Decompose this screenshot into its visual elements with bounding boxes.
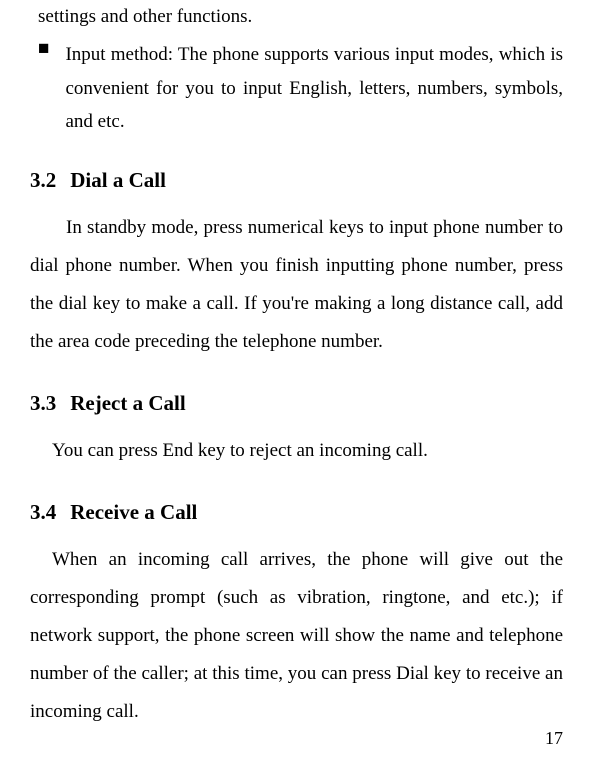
- bullet-item-input-method: ■ Input method: The phone supports vario…: [30, 38, 563, 138]
- section-title: Dial a Call: [70, 168, 166, 192]
- section-reject-a-call: 3.3 Reject a Call You can press End key t…: [30, 391, 563, 470]
- fragment-previous-page: settings and other functions.: [30, 2, 563, 32]
- page-number: 17: [545, 728, 563, 749]
- section-heading: 3.4 Receive a Call: [30, 500, 563, 525]
- section-number: 3.2: [30, 168, 56, 193]
- section-dial-a-call: 3.2 Dial a Call In standby mode, press nu…: [30, 168, 563, 361]
- section-title: Reject a Call: [70, 391, 185, 415]
- section-receive-a-call: 3.4 Receive a Call When an incoming call …: [30, 500, 563, 731]
- section-heading: 3.3 Reject a Call: [30, 391, 563, 416]
- page-content: settings and other functions. ■ Input me…: [30, 0, 563, 731]
- section-body: When an incoming call arrives, the phone…: [30, 541, 563, 731]
- section-body: You can press End key to reject an incom…: [30, 432, 563, 470]
- section-number: 3.3: [30, 391, 56, 416]
- square-bullet-icon: ■: [30, 38, 65, 138]
- section-title: Receive a Call: [70, 500, 197, 524]
- bullet-text: Input method: The phone supports various…: [65, 38, 563, 138]
- section-number: 3.4: [30, 500, 56, 525]
- section-body: In standby mode, press numerical keys to…: [30, 209, 563, 361]
- section-heading: 3.2 Dial a Call: [30, 168, 563, 193]
